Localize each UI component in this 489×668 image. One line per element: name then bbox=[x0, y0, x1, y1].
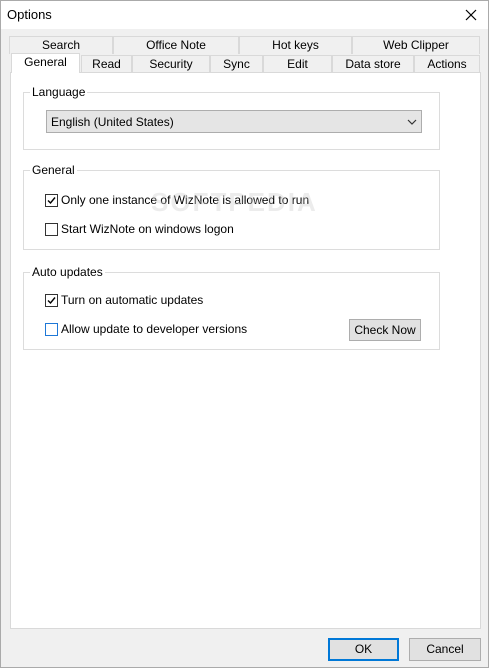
tab-label: Read bbox=[92, 57, 121, 71]
tab-edit[interactable]: Edit bbox=[263, 55, 332, 73]
close-button[interactable] bbox=[454, 1, 488, 29]
tab-hot-keys[interactable]: Hot keys bbox=[239, 36, 352, 54]
cancel-button[interactable]: Cancel bbox=[409, 638, 481, 661]
language-select-value: English (United States) bbox=[51, 115, 174, 129]
window-title: Options bbox=[7, 7, 52, 22]
automatic-updates-option[interactable]: Turn on automatic updates bbox=[45, 293, 203, 307]
start-on-logon-label: Start WizNote on windows logon bbox=[61, 222, 234, 236]
tab-label: Hot keys bbox=[272, 38, 319, 52]
tab-label: Web Clipper bbox=[383, 38, 449, 52]
checkmark-icon bbox=[47, 196, 56, 204]
developer-versions-label: Allow update to developer versions bbox=[61, 322, 248, 336]
auto-updates-group-legend: Auto updates bbox=[30, 265, 105, 279]
automatic-updates-label: Turn on automatic updates bbox=[61, 293, 204, 307]
title-bar[interactable]: Options bbox=[1, 1, 488, 29]
automatic-updates-checkbox[interactable] bbox=[45, 293, 58, 307]
tab-data-store[interactable]: Data store bbox=[332, 55, 414, 73]
tab-read[interactable]: Read bbox=[81, 55, 132, 73]
tab-web-clipper[interactable]: Web Clipper bbox=[352, 36, 480, 54]
tab-label: Actions bbox=[427, 57, 467, 71]
tab-label: Sync bbox=[223, 57, 250, 71]
tab-label: Search bbox=[41, 38, 81, 52]
single-instance-option[interactable]: Only one instance of WizNote is allowed … bbox=[45, 193, 309, 207]
tab-security[interactable]: Security bbox=[132, 55, 210, 73]
developer-versions-option[interactable]: Allow update to developer versions bbox=[45, 322, 247, 336]
tab-general[interactable]: General bbox=[11, 53, 80, 73]
chevron-down-icon bbox=[407, 119, 417, 125]
tab-sync[interactable]: Sync bbox=[210, 55, 263, 73]
ok-button[interactable]: OK bbox=[328, 638, 399, 661]
auto-updates-group: Auto updates Turn on automatic updates A… bbox=[23, 265, 440, 350]
start-on-logon-checkbox[interactable] bbox=[45, 222, 58, 236]
options-window: Options Search Office Note Hot keys Web … bbox=[0, 0, 489, 668]
close-icon bbox=[465, 9, 477, 21]
tab-office-note[interactable]: Office Note bbox=[113, 36, 239, 54]
language-group-legend: Language bbox=[30, 85, 88, 99]
general-group-legend: General bbox=[30, 163, 77, 177]
start-on-logon-option[interactable]: Start WizNote on windows logon bbox=[45, 222, 234, 236]
general-tab-panel: Language English (United States) General… bbox=[10, 72, 481, 629]
check-now-button[interactable]: Check Now bbox=[349, 319, 421, 341]
checkmark-icon bbox=[47, 296, 56, 304]
language-select[interactable]: English (United States) bbox=[46, 110, 422, 133]
general-group: General Only one instance of WizNote is … bbox=[23, 163, 440, 250]
single-instance-label: Only one instance of WizNote is allowed … bbox=[61, 193, 310, 207]
developer-versions-checkbox[interactable] bbox=[45, 322, 58, 336]
single-instance-checkbox[interactable] bbox=[45, 193, 58, 207]
language-group: Language English (United States) bbox=[23, 85, 440, 150]
tab-label: Office Note bbox=[146, 38, 206, 52]
tab-label: Data store bbox=[345, 57, 401, 71]
tab-label: General bbox=[24, 55, 67, 69]
tab-actions[interactable]: Actions bbox=[414, 55, 480, 73]
tab-search[interactable]: Search bbox=[9, 36, 113, 54]
tab-label: Security bbox=[149, 57, 193, 71]
tab-label: Edit bbox=[287, 57, 308, 71]
